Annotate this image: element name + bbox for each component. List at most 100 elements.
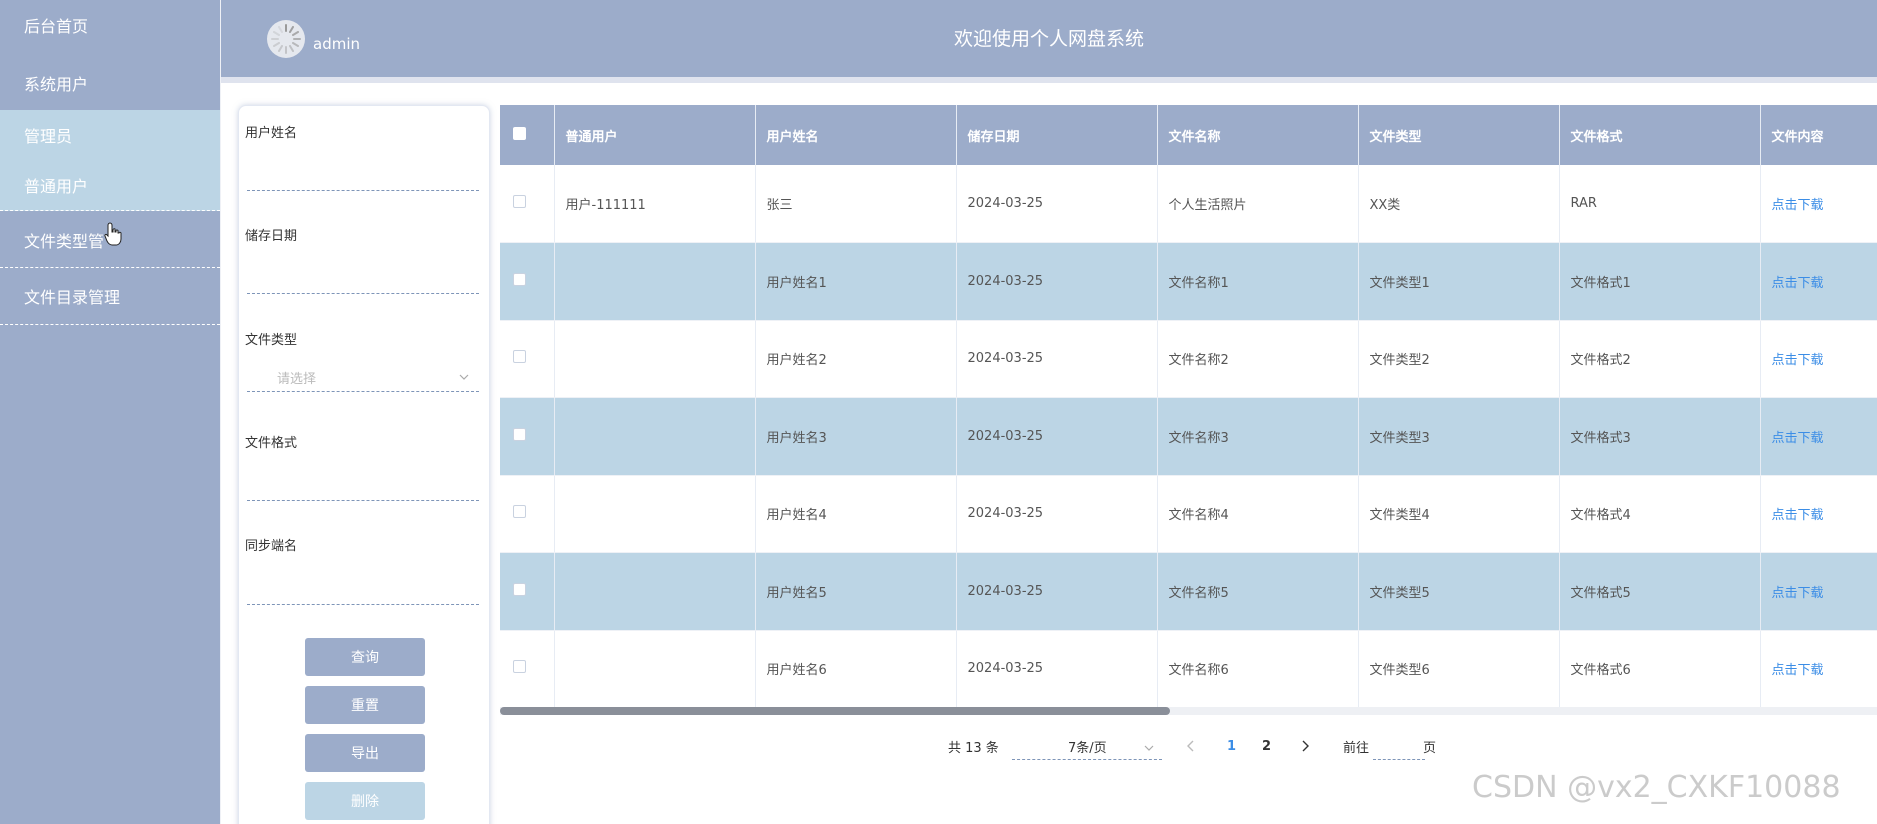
cell-file-format: RAR <box>1559 165 1761 243</box>
file-format-label: 文件格式 <box>245 436 298 451</box>
cell-file-name: 文件名称5 <box>1157 552 1359 631</box>
download-link[interactable]: 点击下载 <box>1772 198 1824 213</box>
row-checkbox[interactable] <box>513 195 526 208</box>
row-checkbox[interactable] <box>513 427 526 441</box>
row-checkbox[interactable] <box>513 272 526 286</box>
sidebar-item-normal-users[interactable]: 普通用户 <box>0 160 220 211</box>
table-row: 用户姓名6 2024-03-25 文件名称6 文件类型6 文件格式6 点击下载 <box>500 630 1877 708</box>
sidebar-item-system-users[interactable]: 系统用户 <box>0 58 220 108</box>
sidebar-item-label: 后台首页 <box>24 17 89 36</box>
row-checkbox[interactable] <box>513 350 526 364</box>
cell-file-type: 文件类型4 <box>1358 475 1560 553</box>
cell-content: 点击下载 <box>1760 320 1877 398</box>
download-link[interactable]: 点击下载 <box>1772 508 1824 523</box>
download-link[interactable]: 点击下载 <box>1772 431 1824 446</box>
table-row: 用户姓名2 2024-03-25 文件名称2 文件类型2 文件格式2 点击下载 <box>500 320 1877 398</box>
sidebar-item-label: 文件类型管 <box>24 231 105 251</box>
cell-date: 2024-03-25 <box>956 320 1158 398</box>
watermark: CSDN @vx2_CXKF10088 <box>1472 770 1841 805</box>
sidebar-item-home[interactable]: 后台首页 <box>0 0 220 50</box>
cell-date: 2024-03-25 <box>956 552 1158 631</box>
cell-file-type: 文件类型3 <box>1358 397 1560 476</box>
cell-name: 用户姓名2 <box>755 320 957 398</box>
cell-file-format: 文件格式2 <box>1559 320 1761 398</box>
download-link[interactable]: 点击下载 <box>1772 586 1824 601</box>
col-header[interactable]: 文件内容 <box>1760 105 1877 165</box>
cell-file-name: 文件名称3 <box>1157 397 1359 476</box>
download-link[interactable]: 点击下载 <box>1772 276 1824 291</box>
cell-date: 2024-03-25 <box>956 165 1158 243</box>
page-size-select[interactable]: 7条/页 <box>1012 734 1162 760</box>
page-title: 欢迎使用个人网盘系统 <box>953 28 1144 50</box>
goto-page-input[interactable] <box>1373 734 1425 760</box>
cell-content: 点击下载 <box>1760 242 1877 321</box>
username-input[interactable] <box>247 163 479 191</box>
download-link[interactable]: 点击下载 <box>1772 663 1824 678</box>
cell-file-name: 个人生活照片 <box>1157 165 1359 243</box>
horizontal-scrollbar[interactable] <box>500 707 1877 715</box>
cell-name: 用户姓名1 <box>755 242 957 321</box>
storage-date-label: 储存日期 <box>245 229 298 244</box>
chevron-down-icon <box>1144 745 1154 751</box>
cell-name: 用户姓名6 <box>755 630 957 708</box>
table-row: 用户姓名5 2024-03-25 文件名称5 文件类型5 文件格式5 点击下载 <box>500 552 1877 631</box>
row-checkbox[interactable] <box>513 582 526 596</box>
cell-file-format: 文件格式4 <box>1559 475 1761 553</box>
cell-content: 点击下载 <box>1760 397 1877 476</box>
cell-file-type: XX类 <box>1358 165 1560 243</box>
cell-file-type: 文件类型1 <box>1358 242 1560 321</box>
col-header[interactable]: 储存日期 <box>956 105 1158 165</box>
scrollbar-thumb[interactable] <box>500 707 1170 715</box>
cell-user <box>554 552 756 631</box>
row-checkbox[interactable] <box>513 660 526 674</box>
row-select-cell <box>500 165 555 243</box>
col-header[interactable]: 文件类型 <box>1358 105 1560 165</box>
download-link[interactable]: 点击下载 <box>1772 353 1824 368</box>
select-all-checkbox[interactable] <box>513 126 526 140</box>
cell-file-format: 文件格式3 <box>1559 397 1761 476</box>
export-button[interactable]: 导出 <box>305 734 425 772</box>
sidebar-item-file-directory[interactable]: 文件目录管理 <box>0 268 220 325</box>
delete-button[interactable]: 删除 <box>305 782 425 820</box>
col-header[interactable]: 用户姓名 <box>755 105 957 165</box>
table-row: 用户姓名4 2024-03-25 文件名称4 文件类型4 文件格式4 点击下载 <box>500 475 1877 553</box>
cell-file-format: 文件格式1 <box>1559 242 1761 321</box>
file-type-label: 文件类型 <box>245 333 298 348</box>
cell-user <box>554 630 756 708</box>
next-page-icon[interactable] <box>1300 740 1310 752</box>
storage-date-input[interactable] <box>247 266 479 294</box>
row-select-cell <box>500 397 555 476</box>
sidebar-item-admin[interactable]: 管理员 <box>0 110 220 160</box>
cell-user <box>554 475 756 553</box>
table-row: 用户-111111 张三 2024-03-25 个人生活照片 XX类 RAR 点… <box>500 165 1877 243</box>
cell-content: 点击下载 <box>1760 630 1877 708</box>
page-size-value: 7条/页 <box>1068 741 1107 756</box>
cell-file-name: 文件名称2 <box>1157 320 1359 398</box>
cell-file-type: 文件类型6 <box>1358 630 1560 708</box>
row-select-cell <box>500 320 555 398</box>
table-header-row: 普通用户 用户姓名 储存日期 文件名称 文件类型 文件格式 文件内容 <box>500 105 1877 165</box>
select-all-cell[interactable] <box>500 105 555 165</box>
sync-name-label: 同步端名 <box>245 539 298 554</box>
sync-name-input[interactable] <box>247 577 479 605</box>
cell-file-name: 文件名称6 <box>1157 630 1359 708</box>
reset-button[interactable]: 重置 <box>305 686 425 724</box>
cell-name: 张三 <box>755 165 957 243</box>
col-header[interactable]: 文件格式 <box>1559 105 1761 165</box>
query-button[interactable]: 查询 <box>305 638 425 676</box>
table-row: 用户姓名1 2024-03-25 文件名称1 文件类型1 文件格式1 点击下载 <box>500 242 1877 321</box>
cell-name: 用户姓名3 <box>755 397 957 476</box>
table-row: 用户姓名3 2024-03-25 文件名称3 文件类型3 文件格式3 点击下载 <box>500 397 1877 476</box>
data-table: 普通用户 用户姓名 储存日期 文件名称 文件类型 文件格式 文件内容 用户-11… <box>500 105 1877 708</box>
cell-date: 2024-03-25 <box>956 242 1158 321</box>
page-number-1[interactable]: 1 <box>1227 734 1236 758</box>
col-header[interactable]: 文件名称 <box>1157 105 1359 165</box>
page-number-2[interactable]: 2 <box>1262 734 1271 758</box>
col-header[interactable]: 普通用户 <box>554 105 756 165</box>
file-type-placeholder: 请选择 <box>277 372 317 387</box>
row-checkbox[interactable] <box>513 505 526 519</box>
hand-cursor-icon <box>104 222 122 246</box>
prev-page-icon[interactable] <box>1186 740 1196 752</box>
file-format-input[interactable] <box>247 473 479 501</box>
file-type-select[interactable]: 请选择 <box>247 364 479 392</box>
